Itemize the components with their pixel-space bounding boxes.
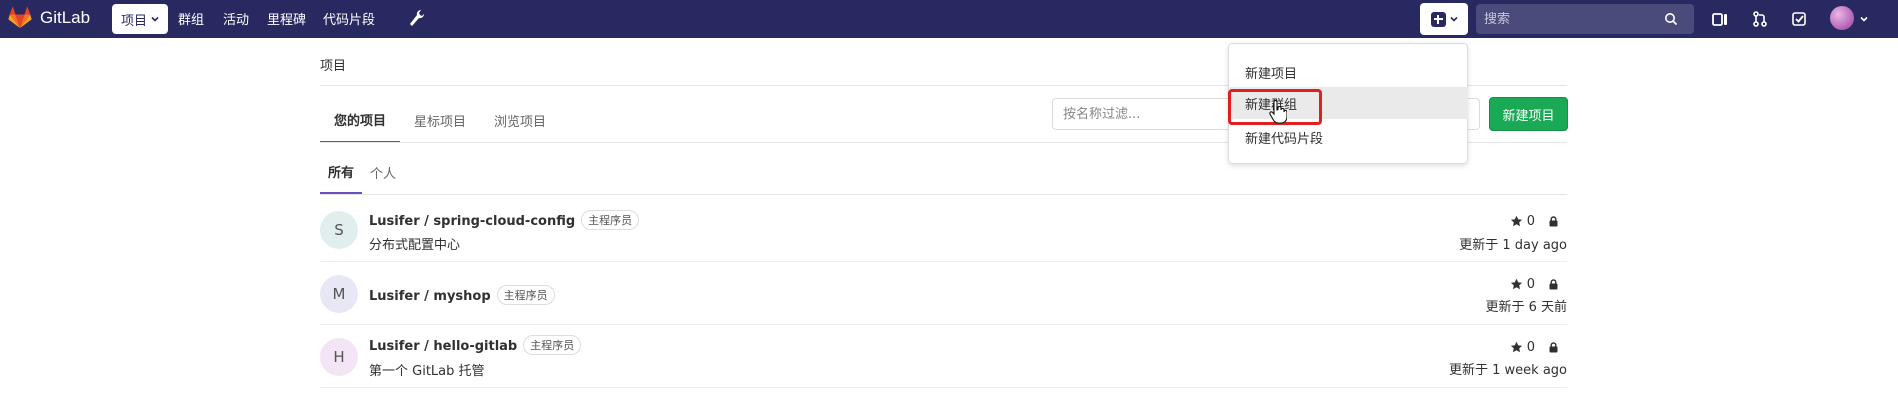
tab-personal[interactable]: 个人 <box>362 150 404 194</box>
star-count: 0 <box>1526 214 1535 229</box>
gitlab-logo-icon <box>8 6 32 28</box>
project-updated-time: 更新于 1 week ago <box>1449 363 1567 378</box>
project-title[interactable]: Lusifer / myshop <box>369 289 491 304</box>
user-avatar[interactable] <box>1830 6 1854 30</box>
chevron-down-icon[interactable] <box>1860 15 1868 23</box>
lock-icon <box>1549 216 1558 227</box>
chevron-down-icon <box>1449 16 1458 22</box>
project-row[interactable]: S Lusifer / spring-cloud-config 主程序员 分布式配… <box>320 200 1567 262</box>
project-row[interactable]: H Lusifer / hello-gitlab 主程序员 第一个 GitLab … <box>320 326 1567 388</box>
tab-starred-projects[interactable]: 星标项目 <box>400 97 480 143</box>
merge-request-icon[interactable] <box>1750 9 1770 29</box>
role-badge: 主程序员 <box>581 210 640 230</box>
breadcrumb[interactable]: 项目 <box>320 55 346 74</box>
nav-snippets[interactable]: 代码片段 <box>323 9 375 28</box>
project-stars[interactable]: 0 <box>1510 340 1535 355</box>
nav-groups[interactable]: 群组 <box>178 9 204 28</box>
project-title[interactable]: Lusifer / hello-gitlab <box>369 339 517 354</box>
chevron-down-icon <box>151 16 159 22</box>
menu-item-new-snippet[interactable]: 新建代码片段 <box>1230 121 1468 153</box>
menu-item-new-project[interactable]: 新建项目 <box>1230 56 1468 88</box>
divider <box>320 194 1567 195</box>
lock-icon <box>1549 279 1558 290</box>
scope-tabs: 所有 个人 <box>320 150 404 194</box>
project-tabs: 您的项目 星标项目 浏览项目 <box>320 97 560 143</box>
tab-all[interactable]: 所有 <box>320 150 363 194</box>
tab-explore-projects[interactable]: 浏览项目 <box>480 97 560 143</box>
plus-square-icon <box>1430 11 1446 27</box>
star-icon <box>1510 341 1522 353</box>
star-count: 0 <box>1526 277 1535 292</box>
project-row[interactable]: M Lusifer / myshop 主程序员 0 更新于 6 天前 <box>320 263 1567 325</box>
star-icon <box>1510 215 1522 227</box>
wrench-icon[interactable] <box>408 8 426 28</box>
role-badge: 主程序员 <box>523 335 582 355</box>
project-description: 分布式配置中心 <box>369 238 461 253</box>
project-updated-time: 更新于 6 天前 <box>1485 300 1567 315</box>
top-navbar: GitLab 项目 群组 活动 里程碑 代码片段 <box>0 0 1898 38</box>
project-stars[interactable]: 0 <box>1510 277 1535 292</box>
star-icon <box>1510 278 1522 290</box>
project-updated-time: 更新于 1 day ago <box>1459 238 1567 253</box>
star-count: 0 <box>1526 340 1535 355</box>
search-box[interactable] <box>1476 4 1694 34</box>
nav-activity[interactable]: 活动 <box>223 9 249 28</box>
todo-check-icon[interactable] <box>1789 9 1809 29</box>
nav-milestones[interactable]: 里程碑 <box>267 9 306 28</box>
project-name[interactable]: Lusifer / spring-cloud-config 主程序员 <box>369 210 640 230</box>
sidebar-toggle-icon[interactable] <box>1710 9 1730 29</box>
project-avatar[interactable]: S <box>320 211 358 249</box>
brand-name: GitLab <box>40 8 91 27</box>
search-icon <box>1665 13 1678 26</box>
nav-projects-label: 项目 <box>121 13 148 29</box>
tab-your-projects[interactable]: 您的项目 <box>320 97 401 143</box>
brand[interactable]: GitLab <box>8 6 90 30</box>
project-avatar[interactable]: M <box>320 275 358 313</box>
new-project-button[interactable]: 新建项目 <box>1489 97 1568 131</box>
search-input[interactable] <box>1484 11 1664 27</box>
hand-cursor-icon <box>1269 100 1287 124</box>
role-badge: 主程序员 <box>496 285 555 305</box>
project-title[interactable]: Lusifer / spring-cloud-config <box>369 214 575 229</box>
lock-icon <box>1549 342 1558 353</box>
project-name[interactable]: Lusifer / myshop 主程序员 <box>369 285 555 305</box>
project-stars[interactable]: 0 <box>1510 214 1535 229</box>
project-description: 第一个 GitLab 托管 <box>369 364 485 379</box>
new-dropdown-button[interactable] <box>1420 3 1468 35</box>
project-avatar[interactable]: H <box>320 338 358 376</box>
nav-projects-dropdown[interactable]: 项目 <box>112 4 169 34</box>
project-name[interactable]: Lusifer / hello-gitlab 主程序员 <box>369 335 582 355</box>
